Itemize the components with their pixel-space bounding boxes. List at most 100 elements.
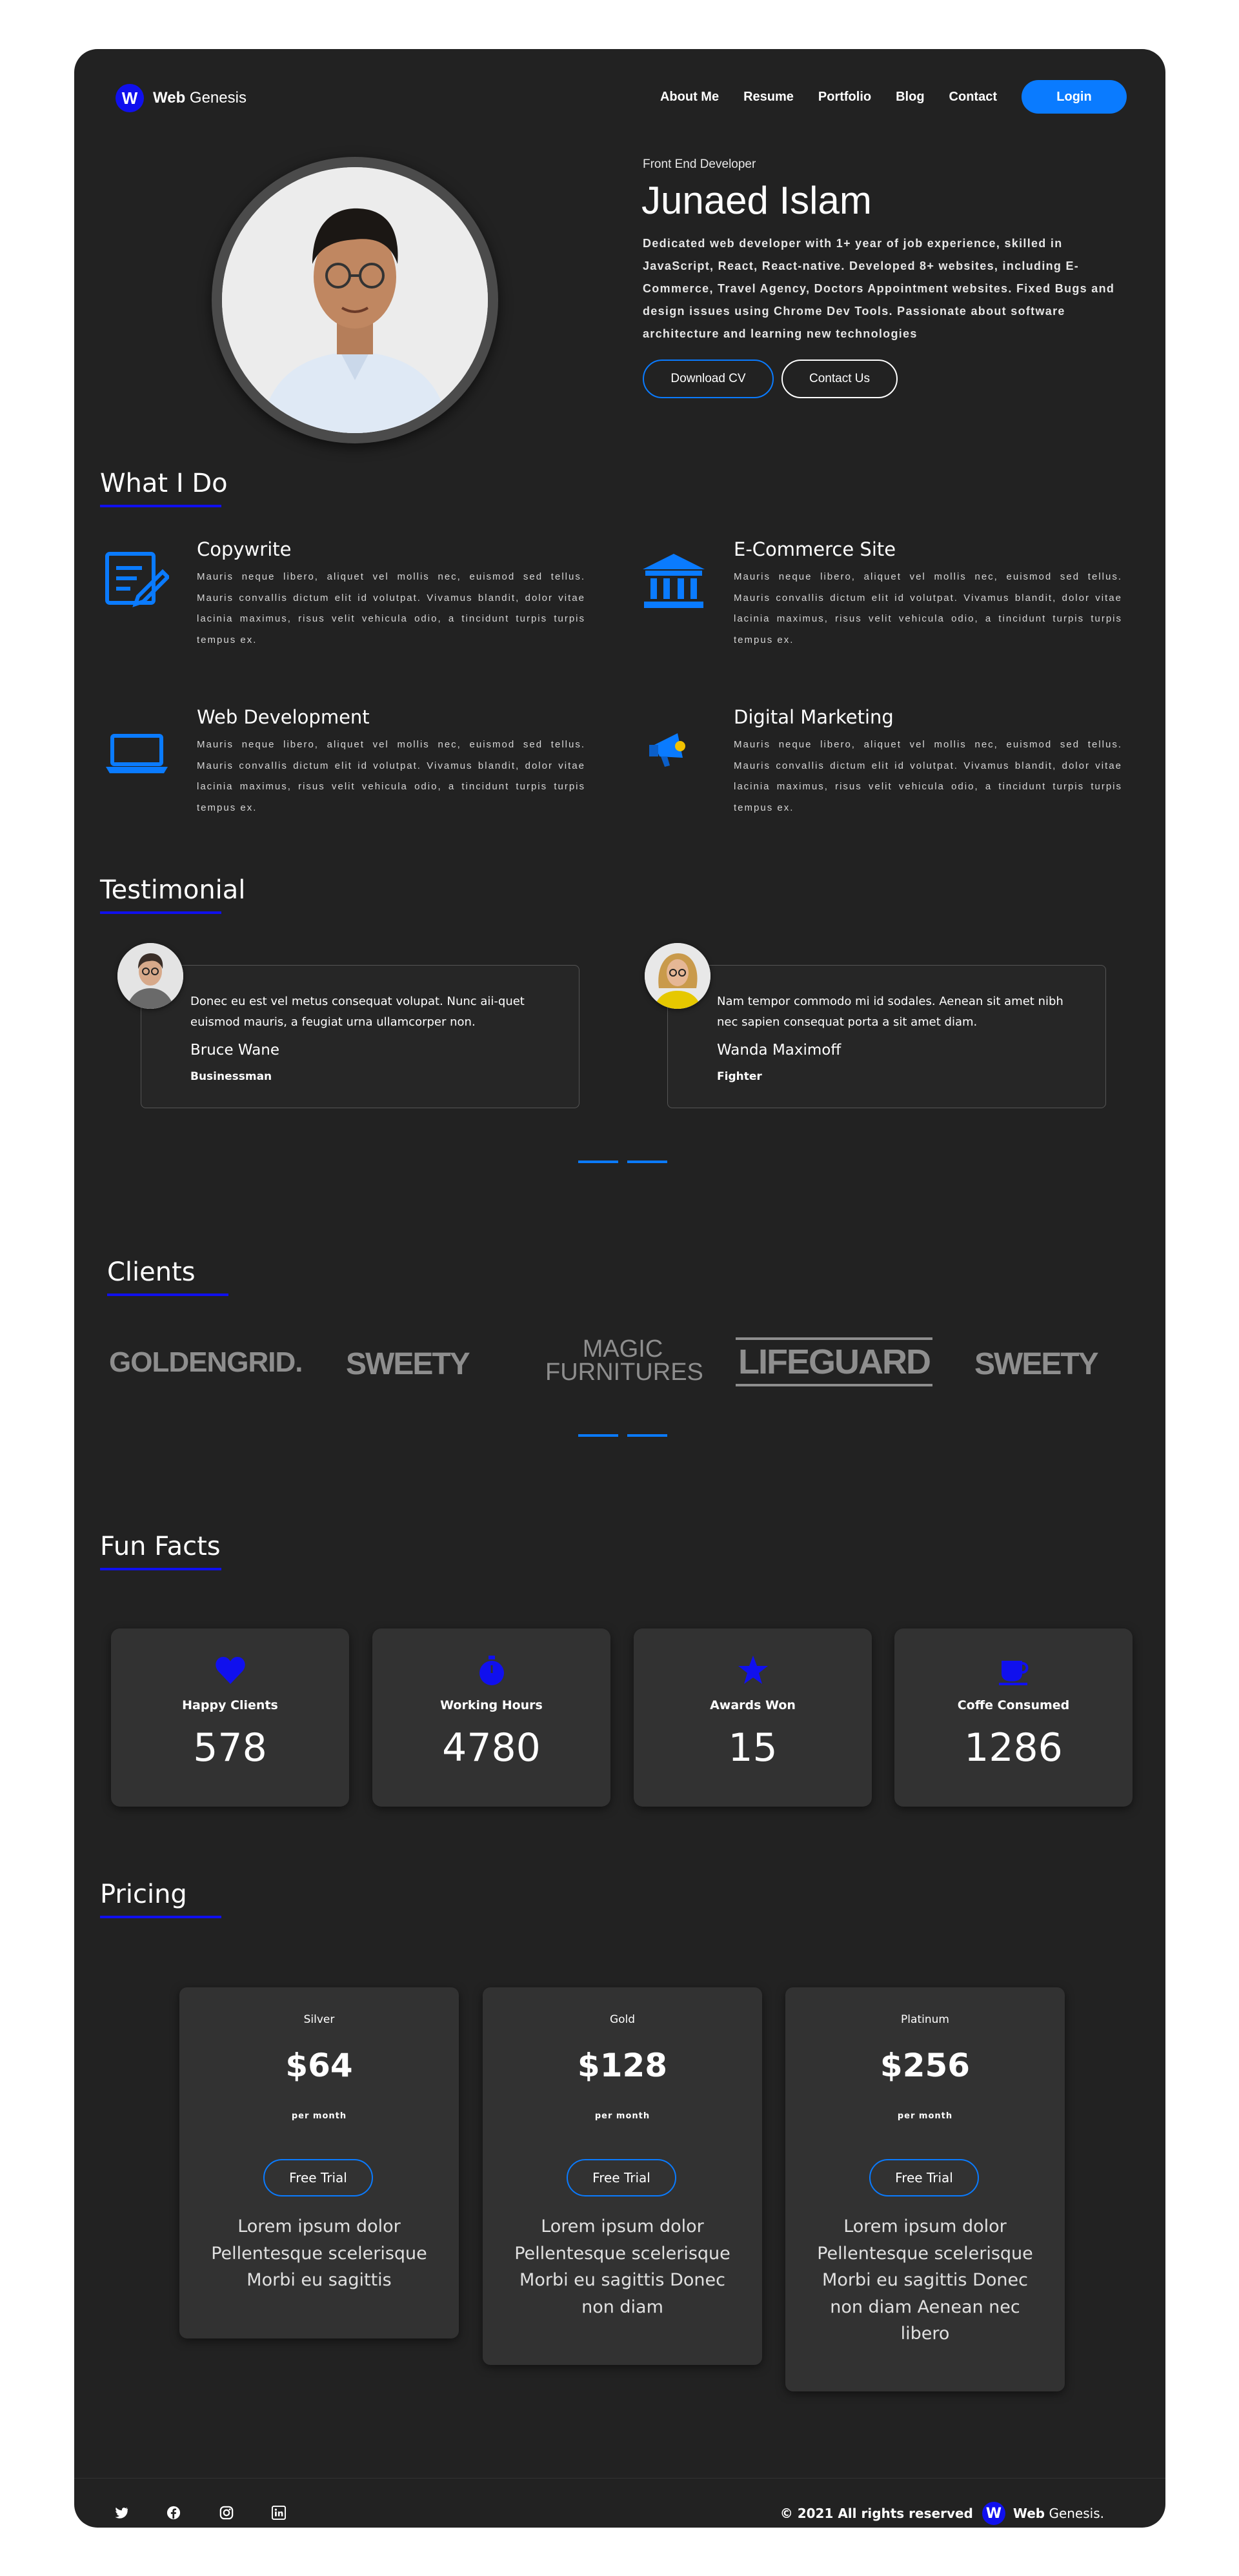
nav-about-me[interactable]: About Me xyxy=(660,90,719,105)
pricing-title-underline xyxy=(100,1916,221,1918)
laptop-icon xyxy=(106,734,168,773)
fact-card-working-hours: Working Hours 4780 xyxy=(372,1628,610,1807)
pricing-title: Pricing xyxy=(100,1880,187,1909)
hero-description: Dedicated web developer with 1+ year of … xyxy=(643,237,1115,340)
client-logo-sweety: SWEETY xyxy=(346,1347,470,1381)
free-trial-button[interactable]: Free Trial xyxy=(567,2159,676,2196)
carousel-dot[interactable] xyxy=(578,1161,618,1163)
plan-tier: Platinum xyxy=(901,2013,949,2026)
navbar: W Web Genesis About Me Resume Portfolio … xyxy=(74,77,1165,116)
nav-resume[interactable]: Resume xyxy=(743,90,794,105)
fact-value: 578 xyxy=(193,1725,267,1770)
testimonial-card: Nam tempor commodo mi id sodales. Aenean… xyxy=(667,965,1106,1108)
fun-facts-title-underline xyxy=(100,1568,221,1570)
nav-links: About Me Resume Portfolio Blog Contact L… xyxy=(636,80,1127,114)
bank-icon xyxy=(643,554,705,608)
client-logo-goldengrid: GOLDENGRID. xyxy=(109,1346,303,1378)
clients-carousel-dots xyxy=(578,1434,676,1437)
instagram-icon[interactable] xyxy=(219,2506,234,2520)
fun-facts-title: Fun Facts xyxy=(100,1532,221,1561)
service-text: Mauris neque libero, aliquet vel mollis … xyxy=(734,739,1122,813)
hero-subtitle: Front End Developer xyxy=(643,157,756,171)
plan-tier: Gold xyxy=(609,2013,636,2026)
plan-price: $64 xyxy=(285,2047,353,2084)
testimonial-card: Donec eu est vel metus consequat volupat… xyxy=(141,965,579,1108)
plan-period: per month xyxy=(897,2111,953,2121)
fact-card-happy-clients: Happy Clients 578 xyxy=(111,1628,349,1807)
fact-value: 15 xyxy=(728,1725,778,1770)
carousel-dot[interactable] xyxy=(578,1434,618,1437)
star-icon xyxy=(738,1656,768,1684)
client-logo-sweety: SWEETY xyxy=(974,1347,1099,1381)
clients-title-underline xyxy=(107,1293,228,1296)
plan-features: Lorem ipsum dolor Pellentesque scelerisq… xyxy=(817,2216,1033,2344)
fact-label: Coffe Consumed xyxy=(957,1698,1070,1712)
testimonial-title-underline xyxy=(100,911,221,914)
linkedin-icon[interactable] xyxy=(272,2506,286,2520)
avatar xyxy=(117,943,183,1009)
testimonial-quote: Donec eu est vel metus consequat volupat… xyxy=(190,995,525,1029)
plan-features: Lorem ipsum dolor Pellentesque scelerisq… xyxy=(514,2216,730,2317)
free-trial-button[interactable]: Free Trial xyxy=(263,2159,373,2196)
fact-value: 1286 xyxy=(964,1725,1063,1770)
twitter-icon[interactable] xyxy=(114,2506,128,2520)
stopwatch-icon xyxy=(479,1656,504,1685)
coffee-cup-icon xyxy=(998,1661,1028,1685)
testimonial-name: Wanda Maximoff xyxy=(717,1042,841,1059)
heart-icon xyxy=(215,1657,245,1684)
pricing-card-gold: Gold $128 per month Free Trial Lorem ips… xyxy=(483,1987,762,2365)
carousel-dot[interactable] xyxy=(627,1161,667,1163)
client-logo-lifeguard: LIFEGUARD xyxy=(736,1337,932,1386)
plan-period: per month xyxy=(594,2111,650,2121)
brand-badge: W xyxy=(116,84,144,112)
fact-card-awards-won: Awards Won 15 xyxy=(634,1628,872,1807)
client-logo-line: MAGIC xyxy=(582,1335,663,1363)
profile-photo-frame xyxy=(212,157,498,443)
service-title: Digital Marketing xyxy=(734,706,894,728)
plan-tier: Silver xyxy=(303,2013,335,2026)
hero-name: Junaed Islam xyxy=(641,179,872,222)
service-title: Copywrite xyxy=(197,538,292,560)
fact-label: Awards Won xyxy=(710,1698,796,1712)
carousel-dot[interactable] xyxy=(627,1434,667,1437)
plan-features: Lorem ipsum dolor Pellentesque scelerisq… xyxy=(211,2216,427,2290)
client-logo-magic-furnitures: MAGIC FURNITURES xyxy=(545,1335,703,1384)
nav-contact[interactable]: Contact xyxy=(949,90,997,105)
plan-price: $128 xyxy=(577,2047,668,2084)
footer-copyright: © 2021 All rights reserved W Web Genesis… xyxy=(780,2502,1104,2525)
testimonial-carousel-dots xyxy=(578,1161,676,1163)
service-text: Mauris neque libero, aliquet vel mollis … xyxy=(734,571,1122,645)
fact-card-coffee-consumed: Coffe Consumed 1286 xyxy=(894,1628,1133,1807)
services-title-underline xyxy=(100,505,221,507)
copyright-text: © 2021 All rights reserved xyxy=(780,2506,973,2521)
fact-label: Happy Clients xyxy=(182,1698,278,1712)
fact-value: 4780 xyxy=(442,1725,541,1770)
pricing-card-silver: Silver $64 per month Free Trial Lorem ip… xyxy=(179,1987,459,2338)
free-trial-button[interactable]: Free Trial xyxy=(869,2159,979,2196)
plan-period: per month xyxy=(291,2111,347,2121)
copywrite-icon xyxy=(105,552,169,607)
footer-brand-rest: Genesis. xyxy=(1049,2506,1104,2521)
services-title: What I Do xyxy=(100,469,228,498)
plan-price: $256 xyxy=(880,2047,971,2084)
login-button[interactable]: Login xyxy=(1022,80,1127,114)
testimonial-role: Fighter xyxy=(717,1070,762,1083)
brand-name: Web Genesis xyxy=(153,89,247,106)
service-text: Mauris neque libero, aliquet vel mollis … xyxy=(197,571,585,645)
footer-brand-badge: W xyxy=(982,2502,1005,2525)
nav-blog[interactable]: Blog xyxy=(896,90,924,105)
service-text: Mauris neque libero, aliquet vel mollis … xyxy=(197,739,585,813)
testimonial-name: Bruce Wane xyxy=(190,1042,280,1059)
clients-title: Clients xyxy=(107,1257,196,1287)
nav-portfolio[interactable]: Portfolio xyxy=(818,90,871,105)
footer-brand-bold: Web xyxy=(1012,2506,1045,2521)
brand-logo[interactable]: W Web Genesis xyxy=(116,84,247,112)
pricing-card-platinum: Platinum $256 per month Free Trial Lorem… xyxy=(785,1987,1065,2391)
download-cv-button[interactable]: Download CV xyxy=(643,360,774,398)
contact-us-button[interactable]: Contact Us xyxy=(781,360,898,398)
avatar xyxy=(645,943,710,1009)
profile-photo xyxy=(222,167,488,433)
service-title: Web Development xyxy=(197,706,370,728)
facebook-icon[interactable] xyxy=(166,2506,181,2520)
testimonial-quote: Nam tempor commodo mi id sodales. Aenean… xyxy=(717,995,1063,1029)
